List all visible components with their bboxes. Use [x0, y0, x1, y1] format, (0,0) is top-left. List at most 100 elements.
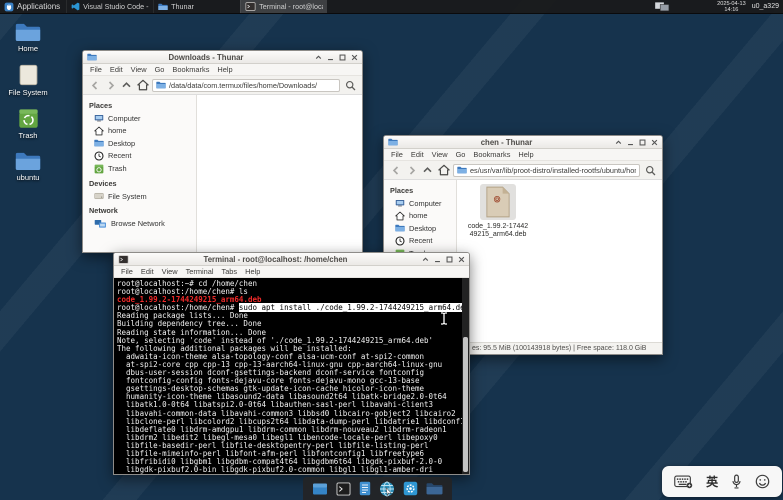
- ime-language-button[interactable]: 英: [706, 473, 718, 490]
- rollup-button[interactable]: [315, 54, 322, 61]
- home-button[interactable]: [437, 164, 450, 177]
- up-button[interactable]: [421, 164, 434, 177]
- close-button[interactable]: [351, 54, 358, 61]
- menu-item-terminal[interactable]: Terminal: [182, 267, 218, 276]
- back-button[interactable]: [88, 79, 101, 92]
- sidebar-item-desktop[interactable]: Desktop: [83, 137, 196, 149]
- folder-small-icon: [94, 139, 104, 147]
- terminal-titlebar[interactable]: Terminal - root@localhost: /home/chen: [114, 253, 469, 266]
- menu-item-bookmarks[interactable]: Bookmarks: [469, 150, 514, 159]
- mouse-cursor-ibeam: [440, 312, 448, 325]
- top-panel: Applications Visual Studio Code - Co...T…: [0, 0, 783, 14]
- sidebar-item-computer[interactable]: Computer: [384, 197, 456, 209]
- forward-button[interactable]: [104, 79, 117, 92]
- ubuntu-icon: [15, 151, 41, 171]
- taskbar-label: Terminal - root@localho...: [259, 2, 323, 11]
- maximize-button[interactable]: [339, 54, 346, 61]
- menu-item-go[interactable]: Go: [151, 65, 169, 74]
- sidebar-item-trash[interactable]: Trash: [83, 162, 196, 175]
- back-button[interactable]: [389, 164, 402, 177]
- menu-item-help[interactable]: Help: [514, 150, 537, 159]
- taskbar-button-vscode[interactable]: Visual Studio Code - Co...: [66, 0, 153, 13]
- deb-file-item[interactable]: code_1.99.2-17442 49215_arm64.deb: [467, 184, 529, 239]
- chen-toolbar: es/usr/var/lib/proot-distro/installed-ro…: [384, 161, 662, 180]
- menu-item-tabs[interactable]: Tabs: [218, 267, 242, 276]
- search-icon[interactable]: [343, 78, 357, 92]
- chen-file-pane[interactable]: code_1.99.2-17442 49215_arm64.deb: [457, 180, 662, 342]
- dock-show-desktop-icon[interactable]: [312, 482, 328, 496]
- menu-item-file[interactable]: File: [387, 150, 407, 159]
- search-icon[interactable]: [643, 163, 657, 177]
- downloads-file-pane[interactable]: [197, 95, 362, 252]
- menu-item-view[interactable]: View: [158, 267, 182, 276]
- minimize-button[interactable]: [627, 139, 634, 146]
- applications-menu-button[interactable]: Applications: [0, 0, 66, 13]
- emoji-icon[interactable]: [755, 474, 770, 489]
- desktop-icon-file-system[interactable]: File System: [3, 64, 53, 97]
- drive-small-icon: [94, 192, 104, 200]
- close-button[interactable]: [458, 256, 465, 263]
- sidebar-item-home[interactable]: home: [384, 209, 456, 222]
- downloads-titlebar[interactable]: Downloads - Thunar: [83, 51, 362, 64]
- taskbar-button-terminal[interactable]: Terminal - root@localho...: [240, 0, 327, 13]
- dock-terminal-icon[interactable]: [336, 482, 351, 496]
- maximize-button[interactable]: [446, 256, 453, 263]
- sidebar-header-places: Places: [83, 97, 196, 112]
- home-button[interactable]: [136, 79, 149, 92]
- menu-item-edit[interactable]: Edit: [106, 65, 127, 74]
- downloads-sidebar: PlacesComputerhomeDesktopRecentTrashDevi…: [83, 95, 197, 252]
- minimize-button[interactable]: [434, 256, 441, 263]
- menu-item-file[interactable]: File: [117, 267, 137, 276]
- rollup-button[interactable]: [615, 139, 622, 146]
- chen-path-field[interactable]: es/usr/var/lib/proot-distro/installed-ro…: [453, 164, 640, 177]
- keyboard-icon[interactable]: [674, 475, 693, 489]
- taskbar-button-thunar[interactable]: Thunar: [153, 0, 240, 13]
- computer-icon: [94, 114, 104, 123]
- desktop-icon-ubuntu[interactable]: ubuntu: [3, 151, 53, 182]
- downloads-toolbar: /data/data/com.termux/files/home/Downloa…: [83, 76, 362, 95]
- deb-file-name-line1: code_1.99.2-17442: [468, 223, 528, 231]
- computer-icon: [395, 199, 405, 208]
- sidebar-header-devices: Devices: [83, 175, 196, 190]
- close-button[interactable]: [651, 139, 658, 146]
- terminal-content[interactable]: root@localhost:~# cd /home/chenroot@loca…: [114, 278, 469, 474]
- menu-item-go[interactable]: Go: [452, 150, 470, 159]
- sidebar-item-desktop[interactable]: Desktop: [384, 222, 456, 234]
- menu-item-help[interactable]: Help: [241, 267, 264, 276]
- sidebar-item-home[interactable]: home: [83, 124, 196, 137]
- microphone-icon[interactable]: [731, 474, 742, 490]
- sidebar-item-browse-network[interactable]: Browse Network: [83, 217, 196, 230]
- sidebar-item-computer[interactable]: Computer: [83, 112, 196, 124]
- menu-item-edit[interactable]: Edit: [407, 150, 428, 159]
- up-button[interactable]: [120, 79, 133, 92]
- desktop-icon-home[interactable]: Home: [3, 22, 53, 53]
- terminal-scrollbar-thumb[interactable]: [463, 337, 468, 472]
- panel-clock[interactable]: 2025-04-13 14:16: [717, 1, 746, 13]
- menu-item-edit[interactable]: Edit: [137, 267, 158, 276]
- menu-item-view[interactable]: View: [127, 65, 151, 74]
- path-folder-icon: [156, 81, 166, 89]
- rollup-button[interactable]: [422, 256, 429, 263]
- sidebar-item-recent[interactable]: Recent: [83, 149, 196, 162]
- minimize-button[interactable]: [327, 54, 334, 61]
- menu-item-view[interactable]: View: [428, 150, 452, 159]
- ime-toolbar: 英: [662, 466, 782, 497]
- terminal-scrollbar[interactable]: [462, 278, 469, 474]
- workspace-pager[interactable]: [654, 1, 671, 12]
- menu-item-bookmarks[interactable]: Bookmarks: [168, 65, 213, 74]
- desktop-icon-trash[interactable]: Trash: [3, 108, 53, 140]
- clock-icon: [395, 236, 405, 246]
- maximize-button[interactable]: [639, 139, 646, 146]
- sidebar-item-file-system[interactable]: File System: [83, 190, 196, 202]
- dock-text-editor-icon[interactable]: [359, 481, 371, 496]
- dock-web-browser-icon[interactable]: [379, 481, 395, 497]
- menu-item-help[interactable]: Help: [213, 65, 236, 74]
- sidebar-item-recent[interactable]: Recent: [384, 234, 456, 247]
- dock-file-manager-icon[interactable]: [426, 482, 443, 495]
- forward-button[interactable]: [405, 164, 418, 177]
- downloads-path-field[interactable]: /data/data/com.termux/files/home/Downloa…: [152, 79, 340, 92]
- menu-item-file[interactable]: File: [86, 65, 106, 74]
- chen-titlebar[interactable]: chen - Thunar: [384, 136, 662, 149]
- dock-settings-icon[interactable]: [403, 481, 418, 496]
- sidebar-header-network: Network: [83, 202, 196, 217]
